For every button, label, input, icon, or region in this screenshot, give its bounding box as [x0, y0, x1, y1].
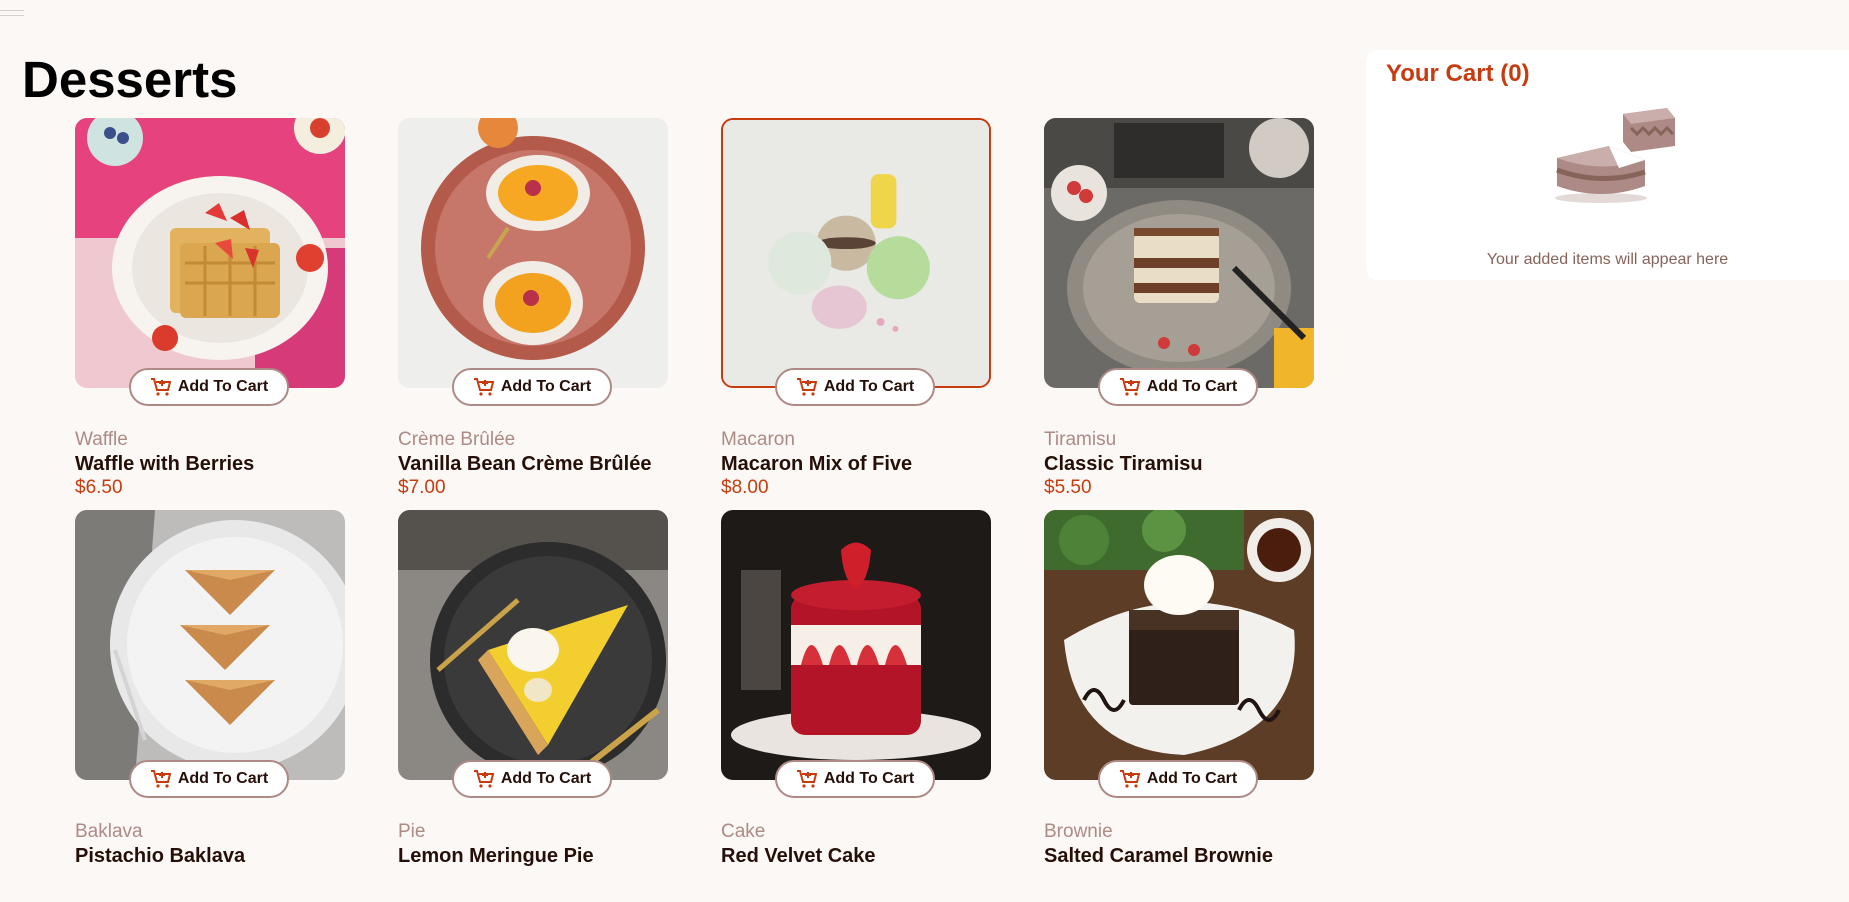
- creme-brulee-image: [398, 118, 668, 388]
- product-card-tiramisu: Add To Cart Tiramisu Classic Tiramisu $5…: [1044, 118, 1314, 510]
- add-to-cart-label: Add To Cart: [1146, 378, 1238, 395]
- menu-icon[interactable]: [0, 10, 24, 16]
- product-grid: Add To Cart Waffle Waffle with Berries $…: [75, 118, 1314, 902]
- add-to-cart-label: Add To Cart: [177, 378, 269, 395]
- add-to-cart-label: Add To Cart: [177, 770, 269, 787]
- waffle-image: [75, 118, 345, 388]
- cake-image: [721, 510, 991, 780]
- product-name: Vanilla Bean Crème Brûlée: [398, 453, 652, 475]
- brownie-image: [1044, 510, 1314, 780]
- cart-plus-icon: [796, 770, 818, 788]
- cart-plus-icon: [473, 378, 495, 396]
- product-name: Red Velvet Cake: [721, 845, 876, 867]
- cart-plus-icon: [796, 378, 818, 396]
- product-name: Classic Tiramisu: [1044, 453, 1203, 475]
- product-card-pie: Add To Cart Pie Lemon Meringue Pie: [398, 510, 668, 902]
- cart-plus-icon: [473, 770, 495, 788]
- macaron-image: [721, 118, 991, 388]
- add-to-cart-label: Add To Cart: [500, 770, 592, 787]
- add-to-cart-label: Add To Cart: [823, 378, 915, 395]
- product-name: Salted Caramel Brownie: [1044, 845, 1273, 867]
- product-price: $8.00: [721, 477, 769, 498]
- cart-panel: Your Cart (0) Your added items will appe…: [1366, 50, 1849, 280]
- product-category: Crème Brûlée: [398, 429, 516, 450]
- product-card-macaron: Add To Cart Macaron Macaron Mix of Five …: [721, 118, 991, 510]
- add-to-cart-button[interactable]: Add To Cart: [775, 368, 935, 406]
- product-category: Cake: [721, 821, 766, 842]
- cart-plus-icon: [150, 770, 172, 788]
- product-name: Waffle with Berries: [75, 453, 255, 475]
- product-card-creme-brulee: Add To Cart Crème Brûlée Vanilla Bean Cr…: [398, 118, 668, 510]
- page-title: Desserts: [22, 51, 238, 108]
- product-category: Macaron: [721, 429, 795, 450]
- cart-empty-message: Your added items will appear here: [1486, 251, 1729, 268]
- add-to-cart-button[interactable]: Add To Cart: [129, 760, 289, 798]
- product-category: Tiramisu: [1044, 429, 1117, 450]
- add-to-cart-button[interactable]: Add To Cart: [1098, 760, 1258, 798]
- product-card-waffle: Add To Cart Waffle Waffle with Berries $…: [75, 118, 345, 510]
- add-to-cart-label: Add To Cart: [500, 378, 592, 395]
- product-price: $6.50: [75, 477, 123, 498]
- pie-image: [398, 510, 668, 780]
- product-category: Brownie: [1044, 821, 1113, 842]
- empty-cart-cake-icon: [1555, 108, 1675, 203]
- product-card-brownie: Add To Cart Brownie Salted Caramel Brown…: [1044, 510, 1314, 902]
- product-category: Baklava: [75, 821, 143, 842]
- product-name: Macaron Mix of Five: [721, 453, 913, 475]
- add-to-cart-button[interactable]: Add To Cart: [452, 368, 612, 406]
- product-name: Pistachio Baklava: [75, 845, 246, 867]
- baklava-image: [75, 510, 345, 780]
- product-card-cake: Add To Cart Cake Red Velvet Cake: [721, 510, 991, 902]
- cart-plus-icon: [1119, 378, 1141, 396]
- add-to-cart-button[interactable]: Add To Cart: [129, 368, 289, 406]
- add-to-cart-button[interactable]: Add To Cart: [1098, 368, 1258, 406]
- cart-plus-icon: [1119, 770, 1141, 788]
- product-card-baklava: Add To Cart Baklava Pistachio Baklava: [75, 510, 345, 902]
- product-price: $7.00: [398, 477, 446, 498]
- product-category: Waffle: [75, 429, 128, 450]
- product-price: $5.50: [1044, 477, 1092, 498]
- cart-title: Your Cart (0): [1386, 60, 1530, 87]
- product-name: Lemon Meringue Pie: [398, 845, 594, 867]
- cart-plus-icon: [150, 378, 172, 396]
- add-to-cart-label: Add To Cart: [823, 770, 915, 787]
- add-to-cart-button[interactable]: Add To Cart: [452, 760, 612, 798]
- product-category: Pie: [398, 821, 426, 842]
- add-to-cart-button[interactable]: Add To Cart: [775, 760, 935, 798]
- add-to-cart-label: Add To Cart: [1146, 770, 1238, 787]
- tiramisu-image: [1044, 118, 1314, 388]
